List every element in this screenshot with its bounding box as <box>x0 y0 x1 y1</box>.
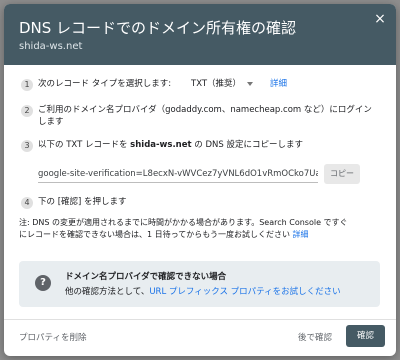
note-details-link[interactable]: 詳細 <box>293 230 309 239</box>
verification-dialog: DNS レコードでのドメイン所有権の確認 shida-ws.net × 1 次の… <box>4 4 396 356</box>
step-2-line-1: ご利用のドメイン名プロバイダ（godaddy.com、namecheap.com… <box>38 105 372 115</box>
dns-propagation-note: 注: DNS の変更が適用されるまでに時間がかかる場合があります。Search … <box>19 217 381 241</box>
copy-button[interactable]: コピー <box>324 164 360 184</box>
alternative-method-text: 他の確認方法として、 <box>65 287 150 297</box>
url-prefix-property-link[interactable]: URL プレフィックス プロパティをお試しください <box>149 287 340 297</box>
note-line-2: にレコードを確認できない場合は、1 日待ってからもう一度お試しください 詳細 <box>19 229 381 241</box>
record-type-details-link[interactable]: 詳細 <box>270 78 287 90</box>
step-3-text: 以下の TXT レコードを shida-ws.net の DNS 設定にコピーし… <box>38 139 303 151</box>
footer-divider <box>4 319 396 320</box>
record-type-value: TXT（推奨） <box>191 79 242 89</box>
alternative-method-title: ドメイン名プロバイダで確認できない場合 <box>65 272 227 282</box>
step-1-number: 1 <box>21 79 33 91</box>
help-icon: ? <box>35 275 51 291</box>
remove-property-button[interactable]: プロパティを削除 <box>19 331 87 343</box>
verify-button[interactable]: 確認 <box>346 325 385 347</box>
dialog-title: DNS レコードでのドメイン所有権の確認 <box>19 19 297 37</box>
step-2-number: 2 <box>21 105 33 117</box>
step-4-text: 下の [確認] を押します <box>38 197 127 207</box>
record-type-select[interactable]: TXT（推奨） <box>191 78 241 90</box>
alternative-method-body: 他の確認方法として、URL プレフィックス プロパティをお試しください <box>65 285 341 297</box>
step-2-line-2: します <box>38 117 64 127</box>
step-3-number: 3 <box>21 140 33 152</box>
dialog-header: DNS レコードでのドメイン所有権の確認 shida-ws.net × <box>4 4 396 65</box>
chevron-down-icon[interactable] <box>247 82 253 86</box>
verification-record-field[interactable]: google-site-verification=L8ecxN-vWVCez7y… <box>38 166 318 183</box>
note-line-2-text: にレコードを確認できない場合は、1 日待ってからもう一度お試しください <box>19 230 290 239</box>
verify-later-button[interactable]: 後で確認 <box>298 331 332 343</box>
step-4-number: 4 <box>21 197 33 209</box>
step-3-suffix: の DNS 設定にコピーします <box>191 140 303 150</box>
alternative-method-box: ? ドメイン名プロバイダで確認できない場合 他の確認方法として、URL プレフィ… <box>19 261 380 307</box>
note-line-1: 注: DNS の変更が適用されるまでに時間がかかる場合があります。Search … <box>19 218 348 227</box>
close-icon[interactable]: × <box>373 12 387 26</box>
step-3-domain: shida-ws.net <box>130 140 192 150</box>
dialog-domain: shida-ws.net <box>19 41 83 52</box>
step-3-prefix: 以下の TXT レコードを <box>38 140 131 150</box>
step-1-label: 次のレコード タイプを選択します: <box>38 79 172 89</box>
